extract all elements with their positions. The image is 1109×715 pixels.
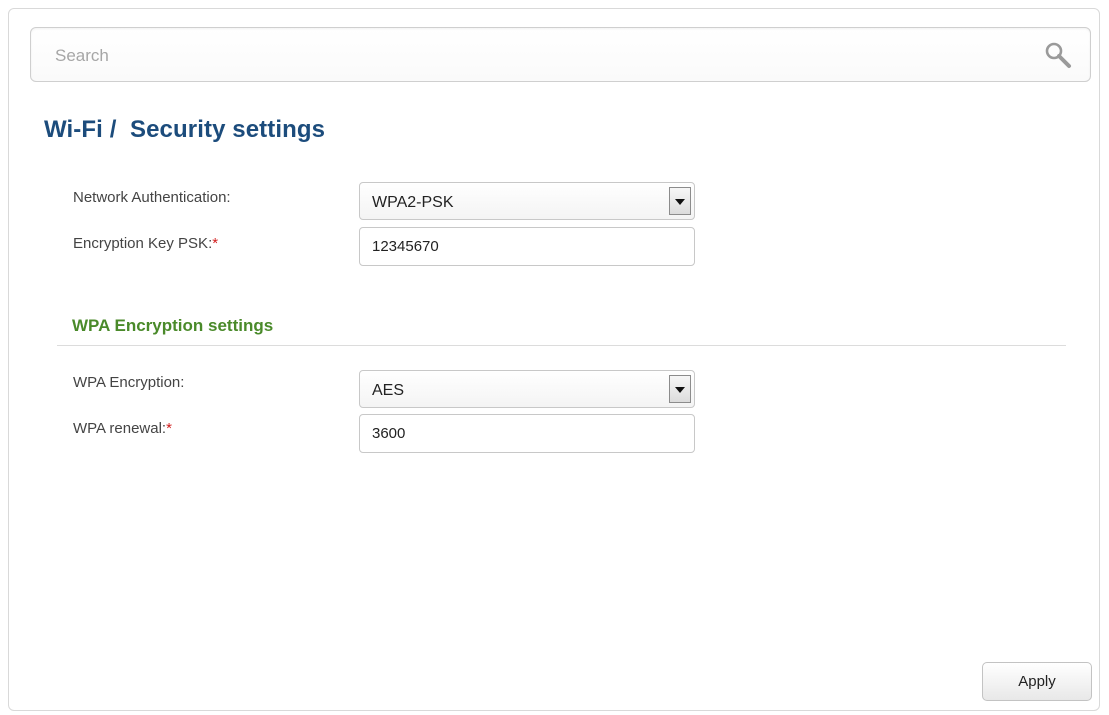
required-mark: * bbox=[212, 235, 219, 252]
page-title: Wi-Fi / Security settings bbox=[44, 116, 326, 143]
network-auth-value: WPA2-PSK bbox=[372, 194, 454, 211]
search-icon[interactable] bbox=[1043, 40, 1073, 70]
wpa-encryption-label-text: WPA Encryption: bbox=[73, 374, 185, 391]
apply-button[interactable]: Apply bbox=[982, 662, 1092, 701]
network-auth-label: Network Authentication: bbox=[73, 189, 231, 206]
psk-label-text: Encryption Key PSK: bbox=[73, 235, 213, 252]
wpa-renewal-input[interactable] bbox=[359, 414, 695, 453]
search-input[interactable] bbox=[53, 42, 1017, 70]
chevron-down-icon[interactable] bbox=[669, 375, 691, 403]
psk-input[interactable] bbox=[359, 227, 695, 266]
wpa-renewal-label: WPA renewal:* bbox=[73, 420, 172, 437]
psk-label: Encryption Key PSK:* bbox=[73, 235, 218, 252]
wpa-renewal-label-text: WPA renewal: bbox=[73, 420, 167, 437]
wpa-encryption-value: AES bbox=[372, 382, 405, 399]
network-auth-select[interactable]: WPA2-PSK bbox=[359, 182, 695, 220]
wpa-encryption-label: WPA Encryption: bbox=[73, 374, 184, 391]
page-frame bbox=[8, 8, 1100, 711]
chevron-down-icon[interactable] bbox=[669, 187, 691, 215]
wpa-section-title: WPA Encryption settings bbox=[72, 316, 274, 335]
network-auth-label-text: Network Authentication: bbox=[73, 189, 231, 206]
wpa-encryption-select[interactable]: AES bbox=[359, 370, 695, 408]
section-divider bbox=[57, 345, 1066, 346]
search-bar bbox=[30, 27, 1091, 82]
required-mark: * bbox=[166, 420, 172, 437]
